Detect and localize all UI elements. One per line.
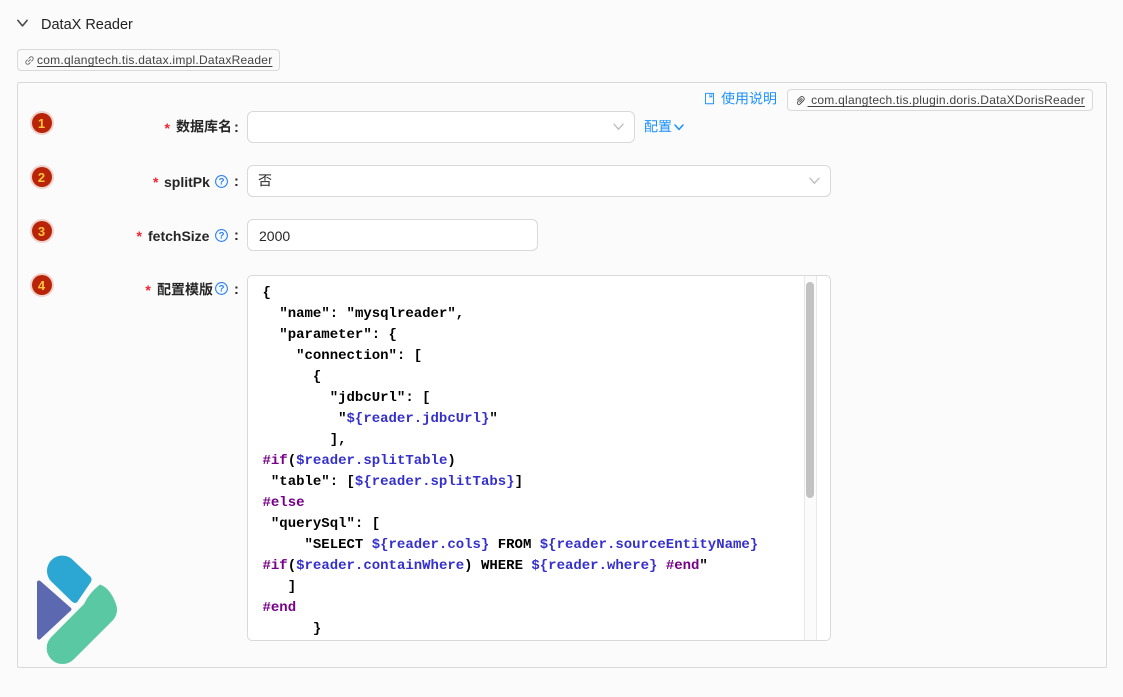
svg-text:?: ?: [219, 176, 225, 187]
svg-text:?: ?: [219, 283, 225, 294]
svg-text:?: ?: [219, 230, 225, 241]
